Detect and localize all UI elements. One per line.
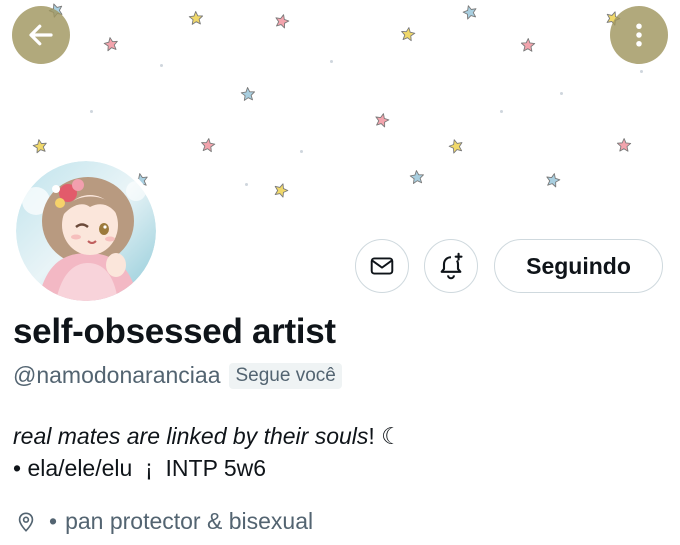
bio-line-2: • ela/ele/elu ¡ INTP 5w6 <box>13 455 267 481</box>
bio-line-1: real mates are linked by their souls! ☾ <box>13 420 402 452</box>
message-button[interactable] <box>355 239 409 293</box>
banner-star-icon <box>275 14 290 29</box>
banner-dot <box>640 70 643 73</box>
banner-star-icon <box>448 139 463 154</box>
banner-star-icon <box>409 170 424 184</box>
username-handle: @namodonaranciaa <box>13 362 221 388</box>
banner-star-icon <box>462 5 477 20</box>
more-options-button[interactable] <box>610 6 668 64</box>
location-bullet: • <box>49 508 58 534</box>
notifications-button[interactable] <box>424 239 478 293</box>
banner-dot <box>330 60 333 63</box>
banner-star-icon <box>401 27 416 42</box>
banner-star-icon <box>201 138 216 153</box>
bio-line-1-suffix: ! ☾ <box>368 423 402 449</box>
banner-star-icon <box>188 11 204 25</box>
banner-dot <box>500 110 503 113</box>
banner-dot <box>560 92 563 95</box>
banner-star-icon <box>274 183 289 198</box>
avatar-illustration <box>16 161 156 301</box>
banner-star-icon <box>32 139 47 154</box>
banner-star-icon <box>240 87 255 101</box>
back-button[interactable] <box>12 6 70 64</box>
profile-avatar[interactable] <box>16 161 156 301</box>
display-name: self-obsessed artist <box>13 312 336 351</box>
more-vertical-icon <box>636 23 642 47</box>
banner-star-icon <box>546 173 561 188</box>
banner-dot <box>90 110 93 113</box>
banner-dot <box>245 183 248 186</box>
envelope-icon <box>370 257 394 275</box>
follows-you-badge: Segue você <box>229 362 342 389</box>
location-text: pan protector & bisexual <box>65 508 314 534</box>
arrow-left-icon <box>29 24 53 46</box>
following-button[interactable]: Seguindo <box>494 239 663 293</box>
banner-star-icon <box>520 38 536 52</box>
location-pin-icon <box>18 511 34 532</box>
handle-row: @namodonaranciaa Segue você <box>13 362 342 389</box>
banner-star-icon <box>616 138 632 152</box>
bell-plus-icon <box>440 252 463 280</box>
location-row: • pan protector & bisexual <box>15 508 313 535</box>
profile-bio: real mates are linked by their souls! ☾ … <box>13 420 402 484</box>
banner-star-icon <box>103 37 118 52</box>
banner-dot <box>300 150 303 153</box>
banner-star-icon <box>375 113 390 128</box>
banner-dot <box>160 64 163 67</box>
bio-italic-text: real mates are linked by their souls <box>13 423 369 449</box>
